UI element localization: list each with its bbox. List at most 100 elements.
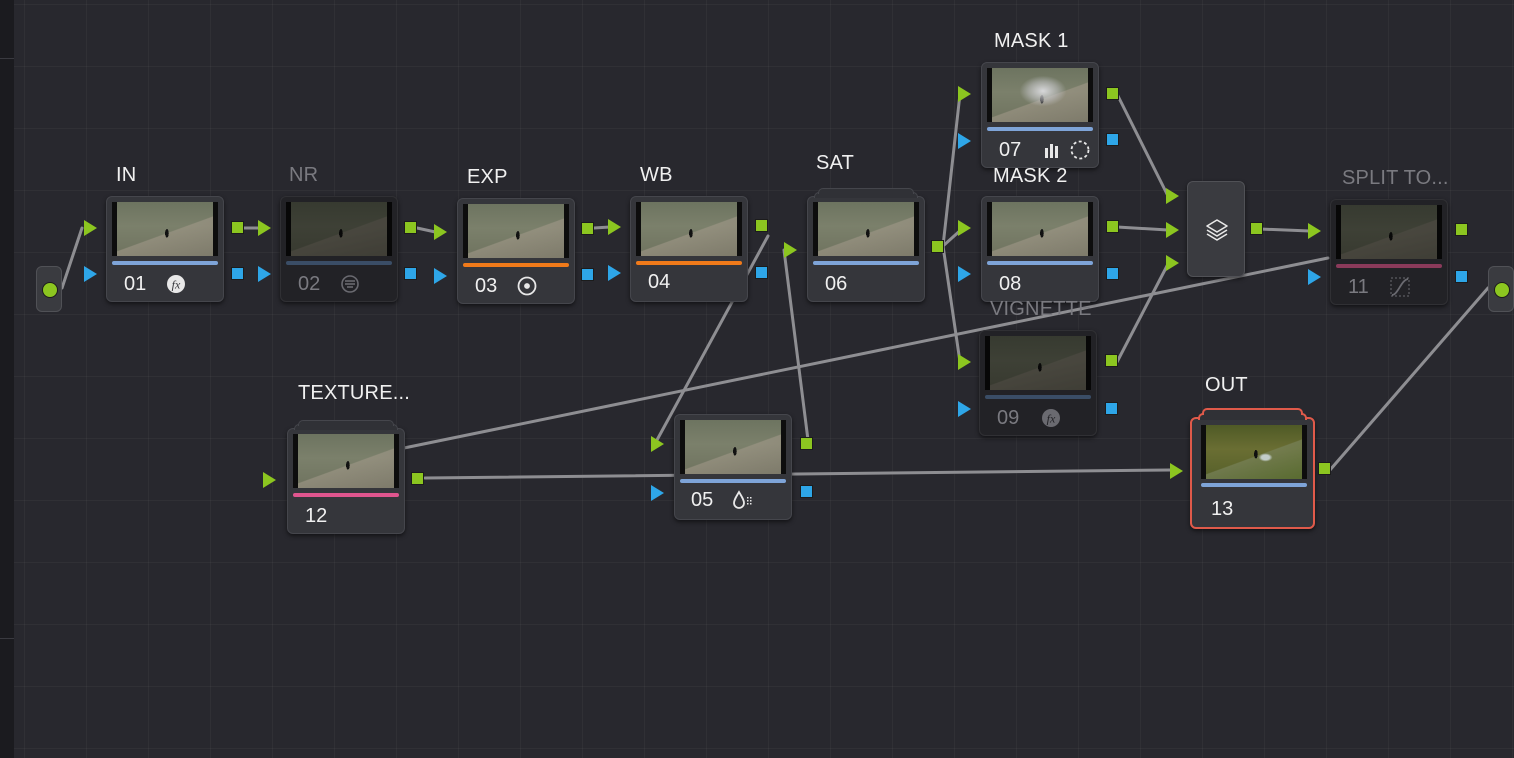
node-color-bar bbox=[985, 395, 1091, 399]
node-11[interactable]: 11 bbox=[1330, 199, 1448, 305]
node-label-sat: SAT bbox=[816, 152, 855, 174]
node-number: 13 bbox=[1211, 498, 1234, 520]
node-05[interactable]: 05 bbox=[674, 414, 792, 520]
node-09[interactable]: 09 fx bbox=[979, 330, 1097, 436]
rgb-output-port[interactable] bbox=[1106, 220, 1119, 233]
rgb-input-port[interactable] bbox=[784, 242, 797, 258]
layer-output-port[interactable] bbox=[1250, 222, 1263, 235]
rgb-input-port[interactable] bbox=[958, 86, 971, 102]
rgb-input-port[interactable] bbox=[651, 436, 664, 452]
alpha-input-port[interactable] bbox=[958, 401, 971, 417]
alpha-input-port[interactable] bbox=[84, 266, 97, 282]
alpha-output-port[interactable] bbox=[581, 268, 594, 281]
rgb-output-port[interactable] bbox=[231, 221, 244, 234]
source-input-endpoint[interactable] bbox=[36, 266, 62, 312]
node-label-texture: TEXTURE... bbox=[298, 382, 411, 404]
rgb-output-port[interactable] bbox=[1318, 462, 1331, 475]
rgb-output-port[interactable] bbox=[411, 472, 424, 485]
source-output-port[interactable] bbox=[42, 282, 58, 298]
node-label-in: IN bbox=[116, 164, 137, 186]
node-color-bar bbox=[636, 261, 742, 265]
rgb-input-port[interactable] bbox=[258, 220, 271, 236]
rgb-input-port[interactable] bbox=[84, 220, 97, 236]
alpha-output-port[interactable] bbox=[1105, 402, 1118, 415]
rgb-output-port[interactable] bbox=[404, 221, 417, 234]
alpha-output-port[interactable] bbox=[1106, 133, 1119, 146]
node-number: 11 bbox=[1348, 276, 1369, 298]
alpha-output-port[interactable] bbox=[755, 266, 768, 279]
panel-divider bbox=[0, 638, 14, 639]
node-label-nr: NR bbox=[289, 164, 319, 186]
alpha-input-port[interactable] bbox=[608, 265, 621, 281]
alpha-input-port[interactable] bbox=[258, 266, 271, 282]
left-panel-edge bbox=[0, 0, 14, 758]
rgb-input-port[interactable] bbox=[958, 220, 971, 236]
node-label-mask-1: MASK 1 bbox=[994, 30, 1069, 52]
node-color-bar bbox=[286, 261, 392, 265]
histogram-bars-icon bbox=[1042, 139, 1066, 161]
node-07[interactable]: 07 bbox=[981, 62, 1099, 168]
rgb-input-port[interactable] bbox=[1170, 463, 1183, 479]
node-12[interactable]: 12 bbox=[287, 420, 405, 534]
rgb-input-port[interactable] bbox=[608, 219, 621, 235]
node-graph-canvas[interactable] bbox=[14, 0, 1514, 758]
node-thumbnail bbox=[680, 420, 786, 474]
alpha-output-port[interactable] bbox=[231, 267, 244, 280]
alpha-input-port[interactable] bbox=[958, 133, 971, 149]
rgb-output-port[interactable] bbox=[1105, 354, 1118, 367]
node-03[interactable]: 03 bbox=[457, 198, 575, 304]
curves-icon bbox=[1389, 276, 1413, 298]
node-thumbnail bbox=[1336, 205, 1442, 259]
rgb-input-port[interactable] bbox=[958, 354, 971, 370]
node-number: 12 bbox=[305, 505, 328, 527]
alpha-output-port[interactable] bbox=[1106, 267, 1119, 280]
node-color-bar bbox=[1336, 264, 1442, 268]
node-number: 08 bbox=[999, 273, 1022, 295]
node-thumbnail bbox=[463, 204, 569, 258]
node-06[interactable]: 06 bbox=[807, 188, 925, 302]
alpha-output-port[interactable] bbox=[800, 485, 813, 498]
panel-divider bbox=[0, 58, 14, 59]
alpha-input-port[interactable] bbox=[651, 485, 664, 501]
node-01[interactable]: 01 fx bbox=[106, 196, 224, 302]
node-thumbnail bbox=[987, 68, 1093, 122]
node-number: 04 bbox=[648, 271, 671, 293]
output-endpoint[interactable] bbox=[1488, 266, 1514, 312]
rgb-output-port[interactable] bbox=[800, 437, 813, 450]
alpha-output-port[interactable] bbox=[1455, 270, 1468, 283]
layer-mixer-node[interactable] bbox=[1187, 181, 1245, 277]
node-13-selected[interactable]: 13 bbox=[1190, 408, 1315, 529]
rgb-output-port[interactable] bbox=[1106, 87, 1119, 100]
node-label-out: OUT bbox=[1205, 374, 1248, 396]
rgb-output-port[interactable] bbox=[755, 219, 768, 232]
layer-input-port-3[interactable] bbox=[1166, 255, 1179, 271]
rgb-input-port[interactable] bbox=[434, 224, 447, 240]
noise-reduction-icon bbox=[339, 273, 363, 295]
alpha-input-port[interactable] bbox=[434, 268, 447, 284]
rgb-output-port[interactable] bbox=[581, 222, 594, 235]
node-number: 01 bbox=[124, 273, 147, 295]
layer-input-port-2[interactable] bbox=[1166, 222, 1179, 238]
alpha-input-port[interactable] bbox=[1308, 269, 1321, 285]
node-04[interactable]: 04 bbox=[630, 196, 748, 302]
node-color-bar bbox=[293, 493, 399, 497]
node-number: 05 bbox=[691, 489, 714, 511]
svg-text:fx: fx bbox=[172, 278, 181, 292]
window-circle-icon bbox=[1068, 139, 1092, 161]
node-color-bar bbox=[987, 261, 1093, 265]
node-number: 03 bbox=[475, 275, 498, 297]
node-number: 07 bbox=[999, 139, 1022, 161]
layer-input-port-1[interactable] bbox=[1166, 188, 1179, 204]
alpha-input-port[interactable] bbox=[958, 266, 971, 282]
node-02[interactable]: 02 bbox=[280, 196, 398, 302]
rgb-output-port[interactable] bbox=[931, 240, 944, 253]
rgb-input-port[interactable] bbox=[1308, 223, 1321, 239]
alpha-output-port[interactable] bbox=[404, 267, 417, 280]
node-label-wb: WB bbox=[640, 164, 673, 186]
node-08[interactable]: 08 bbox=[981, 196, 1099, 302]
fx-icon: fx bbox=[1040, 407, 1064, 429]
fx-icon: fx bbox=[165, 273, 189, 295]
rgb-input-port[interactable] bbox=[263, 472, 276, 488]
output-input-port[interactable] bbox=[1494, 282, 1510, 298]
rgb-output-port[interactable] bbox=[1455, 223, 1468, 236]
